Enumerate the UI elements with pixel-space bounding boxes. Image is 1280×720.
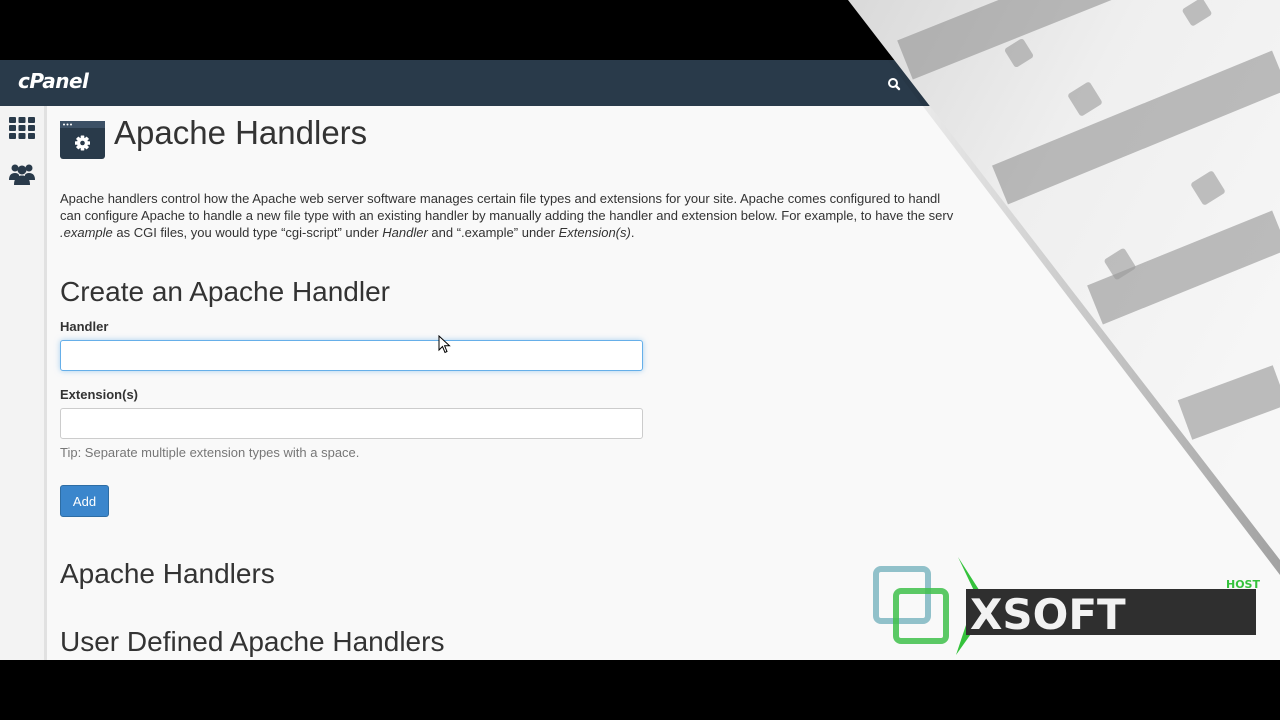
watermark-brand: XSOFT (970, 590, 1126, 639)
xsoft-host-watermark-logo: HOST XSOFT (873, 557, 1260, 655)
watermark-sub: HOST (1226, 578, 1260, 591)
